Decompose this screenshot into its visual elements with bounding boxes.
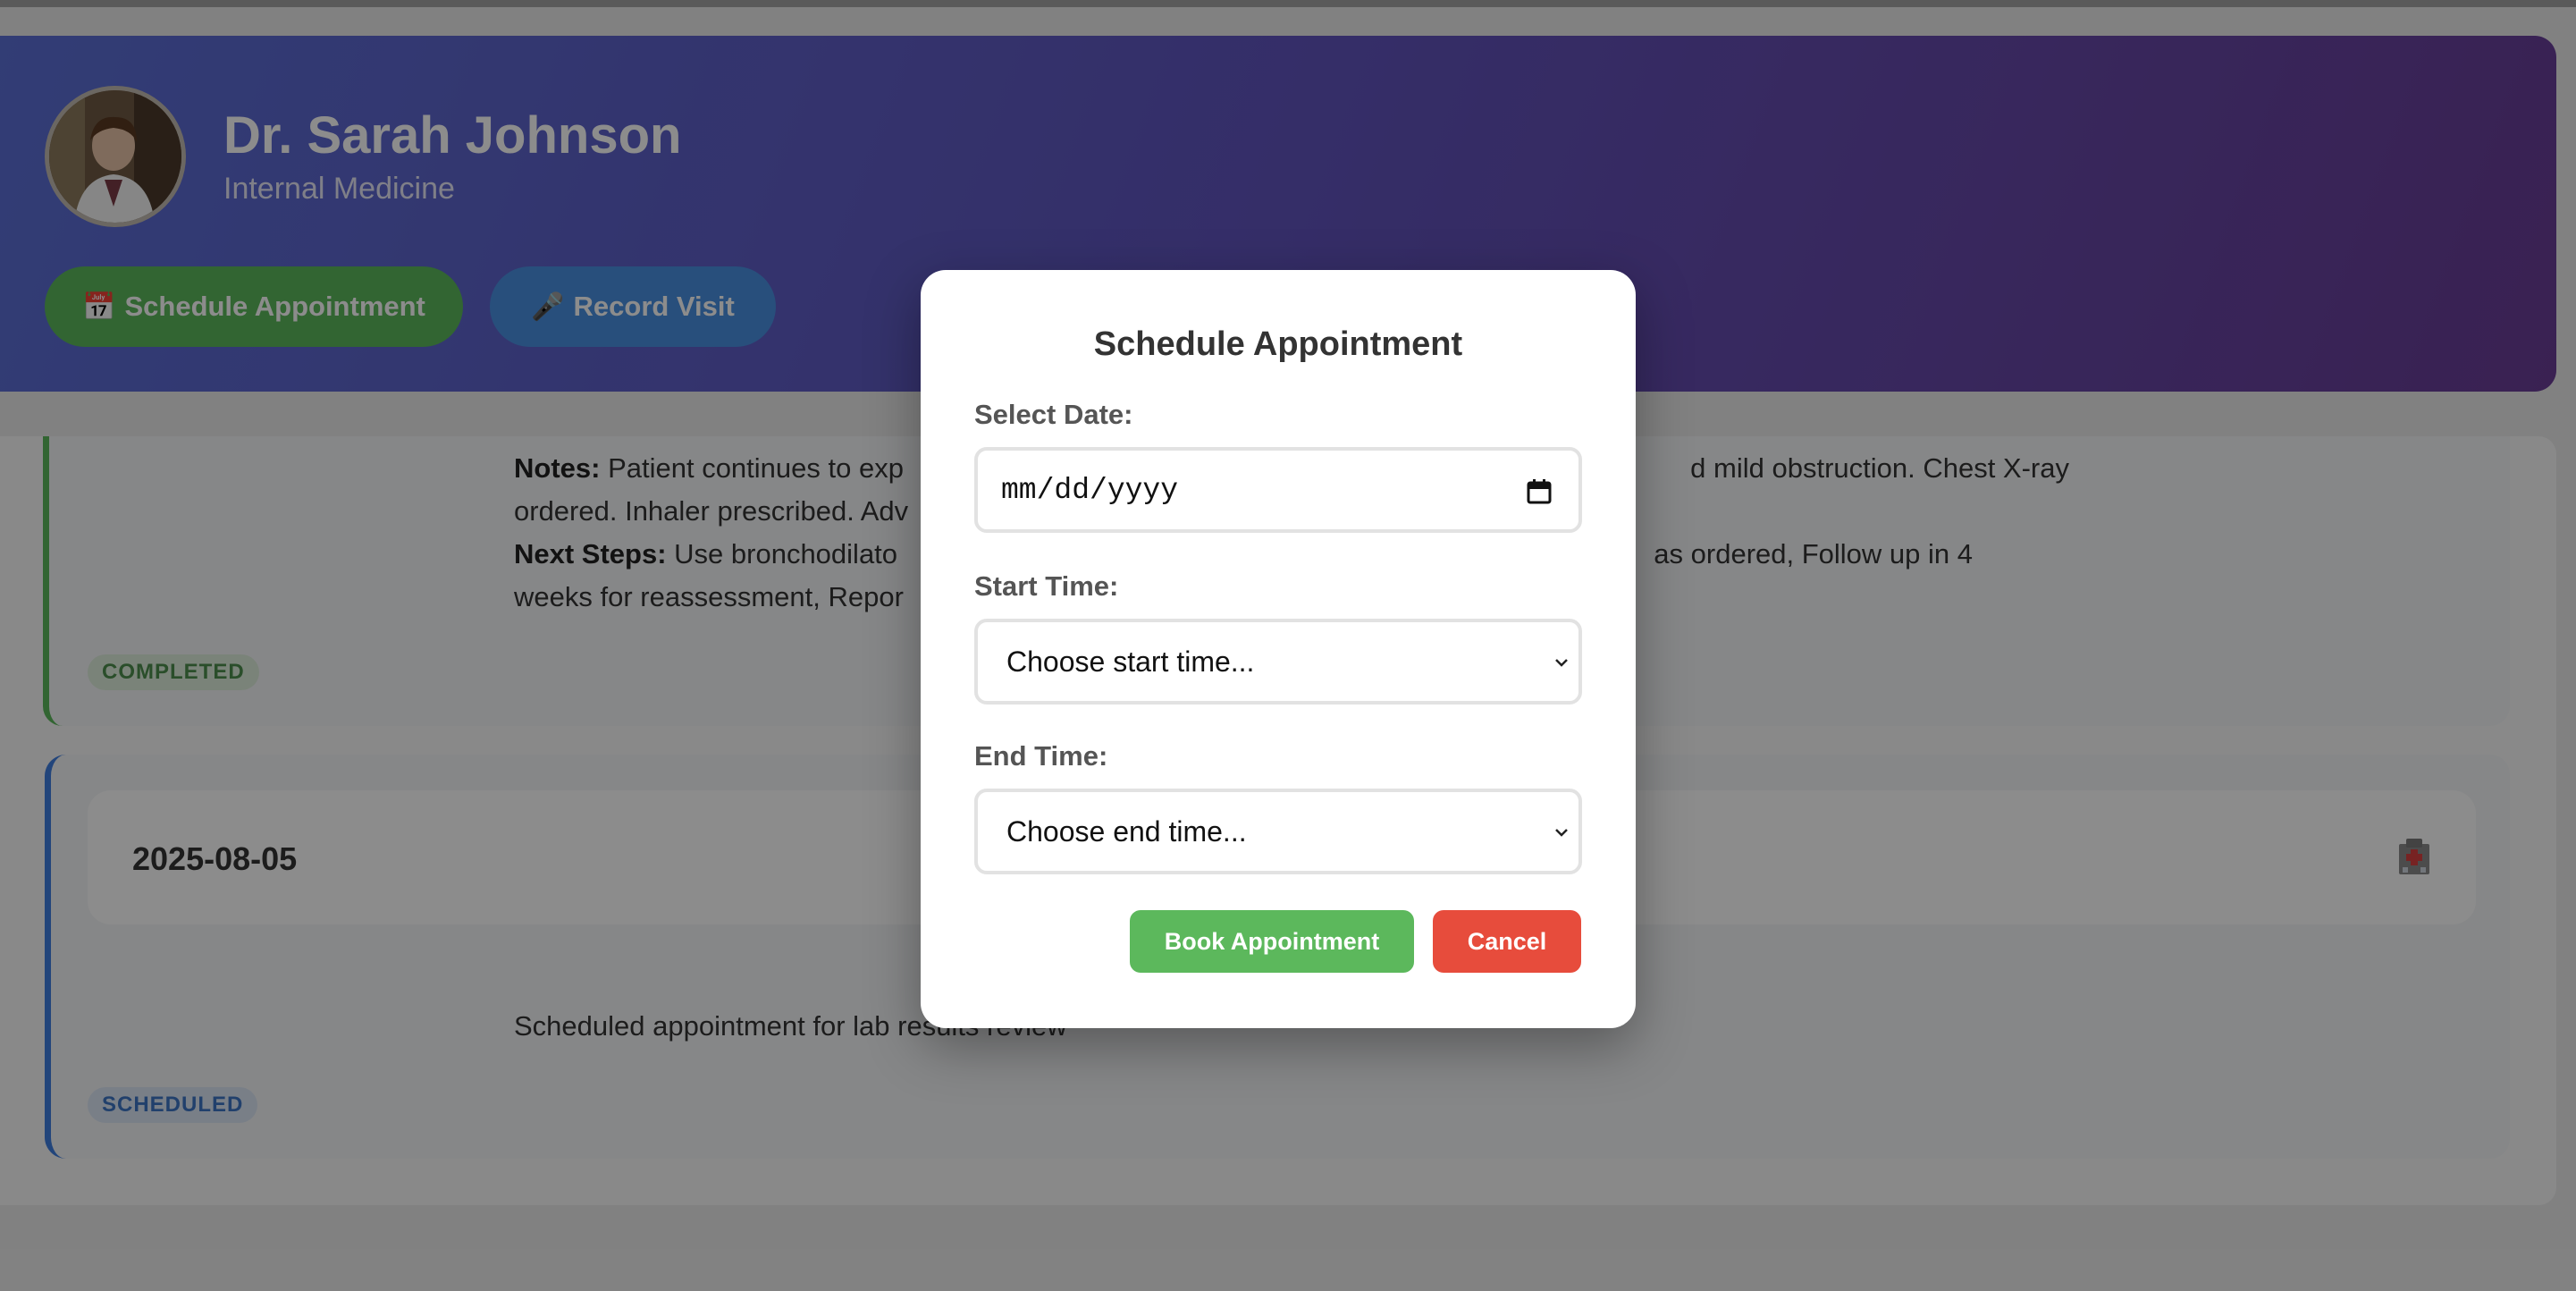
date-label: Select Date:: [974, 399, 1133, 430]
start-time-placeholder: Choose start time...: [1006, 645, 1255, 678]
start-time-label: Start Time:: [974, 570, 1119, 602]
date-placeholder: mm/dd/yyyy: [1001, 473, 1179, 507]
modal-title: Schedule Appointment: [1093, 325, 1463, 363]
date-input[interactable]: mm/dd/yyyy: [974, 447, 1582, 533]
end-time-select[interactable]: Choose end time...: [974, 789, 1582, 874]
end-time-placeholder: Choose end time...: [1006, 814, 1247, 848]
end-time-label: End Time:: [974, 740, 1108, 772]
cancel-button[interactable]: Cancel: [1433, 910, 1581, 973]
calendar-picker-icon[interactable]: [1527, 479, 1552, 504]
chevron-down-icon: [1555, 659, 1568, 667]
book-appointment-button[interactable]: Book Appointment: [1130, 910, 1414, 973]
start-time-select[interactable]: Choose start time...: [974, 619, 1582, 705]
chevron-down-icon: [1555, 829, 1568, 837]
schedule-appointment-modal: Schedule Appointment Select Date: mm/dd/…: [921, 270, 1636, 1028]
